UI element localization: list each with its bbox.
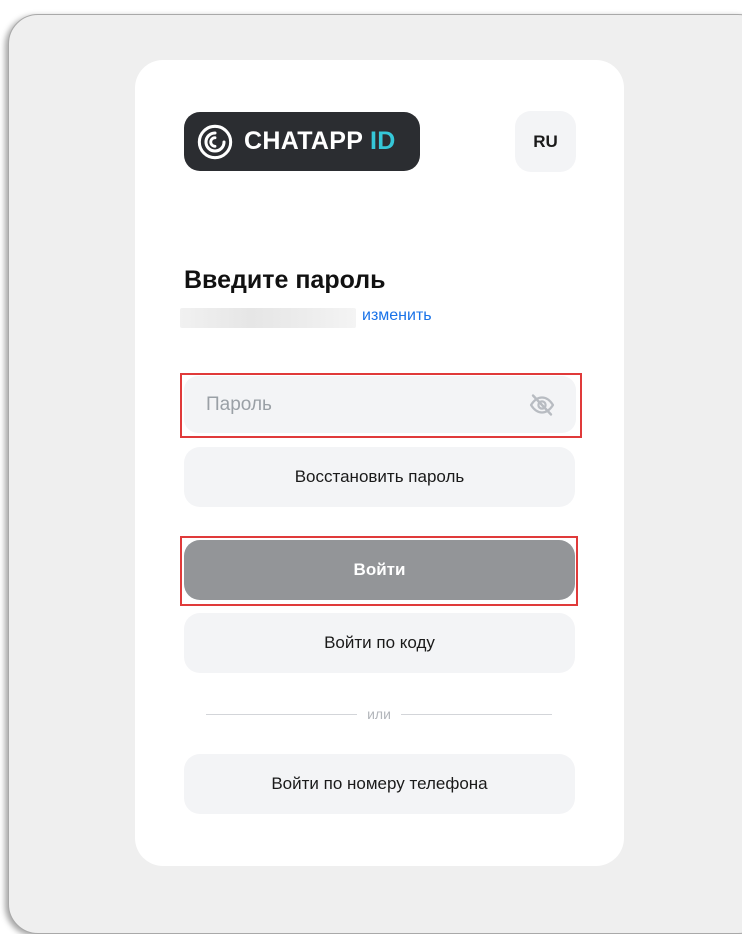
divider-text: или <box>367 706 391 722</box>
logo-text: CHATAPP ID <box>244 127 396 156</box>
divider-line-left <box>206 713 358 715</box>
change-login-link[interactable]: изменить <box>362 307 432 325</box>
chatapp-id-logo: CHATAPP ID <box>184 112 420 171</box>
login-button[interactable]: Войти <box>184 540 575 600</box>
chatapp-logo-icon <box>197 124 233 159</box>
language-button[interactable]: RU <box>515 111 576 172</box>
logo-text-main: CHATAPP <box>244 127 371 155</box>
password-input[interactable] <box>204 392 528 417</box>
divider-line-right <box>400 713 552 715</box>
logo-text-accent: ID <box>370 127 396 155</box>
login-by-code-button[interactable]: Войти по коду <box>184 613 575 673</box>
page-title: Введите пароль <box>184 266 386 294</box>
eye-off-icon[interactable] <box>528 391 556 419</box>
password-field[interactable] <box>184 376 576 433</box>
restore-password-button[interactable]: Восстановить пароль <box>184 447 575 507</box>
login-by-phone-button[interactable]: Войти по номеру телефона <box>184 754 575 814</box>
masked-login-value <box>180 308 356 328</box>
or-divider: или <box>206 704 552 724</box>
